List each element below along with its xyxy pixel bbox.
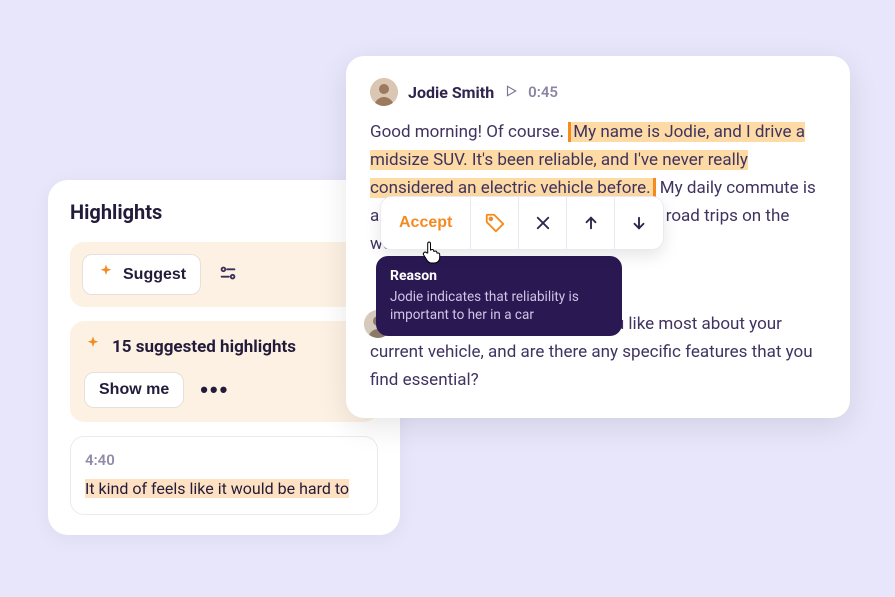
reason-tooltip: Reason Jodie indicates that reliability … <box>376 256 622 336</box>
reason-tooltip-title: Reason <box>390 268 608 284</box>
speaker-name: Jodie Smith <box>408 83 494 102</box>
more-options-button[interactable]: ••• <box>194 373 235 407</box>
suggest-button-label: Suggest <box>123 266 186 284</box>
settings-sliders-button[interactable] <box>211 256 245 293</box>
suggested-highlights-card: 15 suggested highlights Show me ••• <box>70 321 378 422</box>
highlight-action-toolbar: Accept <box>380 196 664 250</box>
suggested-highlights-heading: 15 suggested highlights <box>84 335 364 358</box>
next-button[interactable] <box>615 197 663 249</box>
reason-tooltip-body: Jodie indicates that reliability is impo… <box>390 288 608 324</box>
highlight-entry-time: 4:40 <box>85 451 363 469</box>
highlight-entry-text: It kind of feels like it would be hard t… <box>85 477 363 500</box>
highlight-entry[interactable]: 4:40 It kind of feels like it would be h… <box>70 436 378 515</box>
speaker-row: Jodie Smith 0:45 <box>370 78 826 106</box>
previous-button[interactable] <box>567 197 615 249</box>
show-me-button[interactable]: Show me <box>84 372 184 408</box>
suggest-button[interactable]: Suggest <box>82 254 201 295</box>
accept-button[interactable]: Accept <box>381 197 471 249</box>
sparkle-icon <box>84 335 102 358</box>
dismiss-button[interactable] <box>519 197 567 249</box>
play-icon[interactable] <box>504 83 518 102</box>
avatar <box>370 78 398 106</box>
timestamp: 0:45 <box>528 83 558 101</box>
tag-button[interactable] <box>471 197 519 249</box>
suggested-actions: Show me ••• <box>84 372 364 408</box>
sparkle-icon <box>97 263 115 286</box>
transcript-text-before: Good morning! Of course. <box>370 122 568 142</box>
suggested-highlights-label: 15 suggested highlights <box>112 337 296 357</box>
suggest-row: Suggest <box>70 242 378 307</box>
highlights-title: Highlights <box>70 200 378 224</box>
